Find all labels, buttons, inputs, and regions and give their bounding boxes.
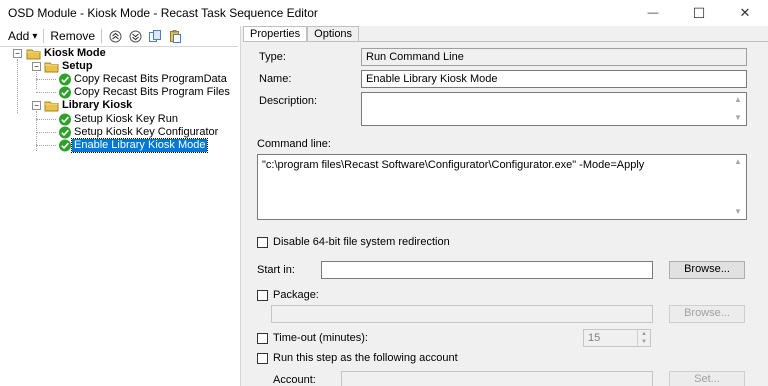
tree-group-label: Library Kiosk [62, 99, 133, 111]
chevron-down-icon: ▾ [32, 30, 38, 42]
tree-step-label: Copy Recast Bits Program Files [74, 86, 230, 98]
folder-icon [44, 101, 59, 112]
command-line-input[interactable]: "c:\program files\Recast Software\Config… [257, 154, 747, 220]
toolbar-divider [43, 29, 45, 43]
maximize-icon: ☐ [692, 4, 706, 21]
tree-step-label: Copy Recast Bits ProgramData [74, 73, 227, 85]
start-in-input[interactable] [321, 261, 653, 279]
scroll-up-icon[interactable]: ▲ [734, 94, 742, 106]
title-bar: OSD Module - Kiosk Mode - Recast Task Se… [0, 0, 768, 26]
type-label: Type: [259, 51, 286, 63]
minimize-icon: — [647, 7, 659, 19]
move-down-icon[interactable] [128, 29, 142, 43]
spin-up-icon: ▲ [641, 331, 647, 337]
tree-root[interactable]: Kiosk Mode [26, 47, 108, 60]
account-label: Account: [273, 374, 316, 386]
description-input[interactable]: ▲ ▼ [361, 92, 747, 126]
check-icon [59, 113, 71, 126]
package-browse-button: Browse... [669, 305, 745, 323]
tab-options[interactable]: Options [307, 26, 360, 42]
scroll-up-icon[interactable]: ▲ [734, 156, 742, 168]
tree-step[interactable]: Setup Kiosk Key Configurator [58, 126, 220, 139]
timeout-spin-buttons: ▲ ▼ [637, 330, 650, 346]
tree-step[interactable]: Setup Kiosk Key Run [58, 113, 180, 126]
add-button[interactable]: Add ▾ [8, 29, 37, 43]
close-icon: ✕ [739, 5, 751, 20]
tree-connector [36, 72, 37, 89]
tab-properties[interactable]: Properties [243, 26, 308, 42]
name-label: Name: [259, 73, 292, 85]
package-label: Package: [273, 289, 319, 301]
command-line-label: Command line: [257, 138, 331, 150]
tree-step[interactable]: Copy Recast Bits ProgramData [58, 73, 229, 86]
name-input[interactable]: Enable Library Kiosk Mode [361, 70, 747, 88]
disable-64bit-checkbox[interactable] [257, 237, 268, 248]
command-line-text: "c:\program files\Recast Software\Config… [262, 159, 645, 171]
start-in-label: Start in: [257, 264, 295, 276]
close-button[interactable]: ✕ [722, 0, 768, 26]
tree-connector [36, 119, 56, 120]
package-checkbox[interactable] [257, 290, 268, 301]
scroll-down-icon[interactable]: ▼ [734, 112, 742, 124]
check-icon [59, 126, 71, 139]
collapse-root-toggle[interactable]: − [13, 49, 22, 58]
start-in-browse-button[interactable]: Browse... [669, 261, 745, 279]
timeout-spinner: 15 ▲ ▼ [583, 329, 651, 347]
timeout-checkbox[interactable] [257, 333, 268, 344]
tree-step-label: Enable Library Kiosk Mode [70, 138, 209, 153]
remove-button[interactable]: Remove [50, 29, 95, 43]
tree-connector [36, 92, 56, 93]
scroll-down-icon[interactable]: ▼ [734, 206, 742, 218]
toolbar: Add ▾ Remove [0, 26, 238, 46]
minimize-button[interactable]: — [630, 0, 676, 26]
tree-group-label: Setup [62, 60, 93, 72]
properties-tab-body: Type: Run Command Line Name: Enable Libr… [243, 41, 768, 386]
type-field: Run Command Line [361, 48, 747, 66]
disable-64bit-label: Disable 64-bit file system redirection [273, 236, 450, 248]
tree-step[interactable]: Copy Recast Bits Program Files [58, 86, 232, 99]
check-icon [59, 73, 71, 86]
tree-connector [36, 79, 56, 80]
run-as-checkbox[interactable] [257, 353, 268, 364]
check-icon [59, 139, 71, 152]
tree-step-selected[interactable]: Enable Library Kiosk Mode [58, 138, 209, 153]
remove-label: Remove [50, 29, 96, 43]
check-icon [59, 86, 71, 99]
paste-icon[interactable] [168, 29, 182, 43]
tree-connector [17, 59, 18, 113]
tab-strip: Properties Options [243, 26, 360, 42]
copy-icon[interactable] [148, 29, 162, 43]
collapse-library-kiosk-toggle[interactable]: − [32, 101, 41, 110]
account-set-button: Set... [669, 371, 745, 386]
window-title: OSD Module - Kiosk Mode - Recast Task Se… [8, 6, 318, 20]
run-as-label: Run this step as the following account [273, 352, 458, 364]
folder-icon [44, 62, 59, 73]
description-label: Description: [259, 95, 318, 107]
collapse-setup-toggle[interactable]: − [32, 62, 41, 71]
toolbar-divider [101, 29, 103, 43]
timeout-value: 15 [588, 332, 601, 344]
tree-connector [36, 145, 56, 146]
tree-step-label: Setup Kiosk Key Configurator [74, 126, 219, 138]
tree-group-library-kiosk[interactable]: Library Kiosk [44, 99, 134, 112]
move-up-icon[interactable] [108, 29, 122, 43]
tree-step-label: Setup Kiosk Key Run [74, 113, 178, 125]
folder-icon [26, 49, 41, 60]
timeout-label: Time-out (minutes): [273, 332, 368, 344]
account-input [341, 371, 653, 386]
spin-down-icon: ▼ [641, 339, 647, 345]
description-scrollbar[interactable]: ▲ ▼ [731, 94, 745, 124]
command-line-scrollbar[interactable]: ▲ ▼ [731, 156, 745, 218]
tree-group-setup[interactable]: Setup [44, 60, 95, 73]
tree-root-label: Kiosk Mode [44, 47, 106, 59]
package-input [271, 305, 653, 323]
maximize-button[interactable]: ☐ [676, 0, 722, 26]
properties-panel: Properties Options Type: Run Command Lin… [240, 26, 768, 386]
task-sequence-tree: − Kiosk Mode − Setup Copy Recast Bits Pr… [0, 46, 238, 386]
tree-connector [36, 132, 56, 133]
add-label: Add [8, 29, 30, 43]
